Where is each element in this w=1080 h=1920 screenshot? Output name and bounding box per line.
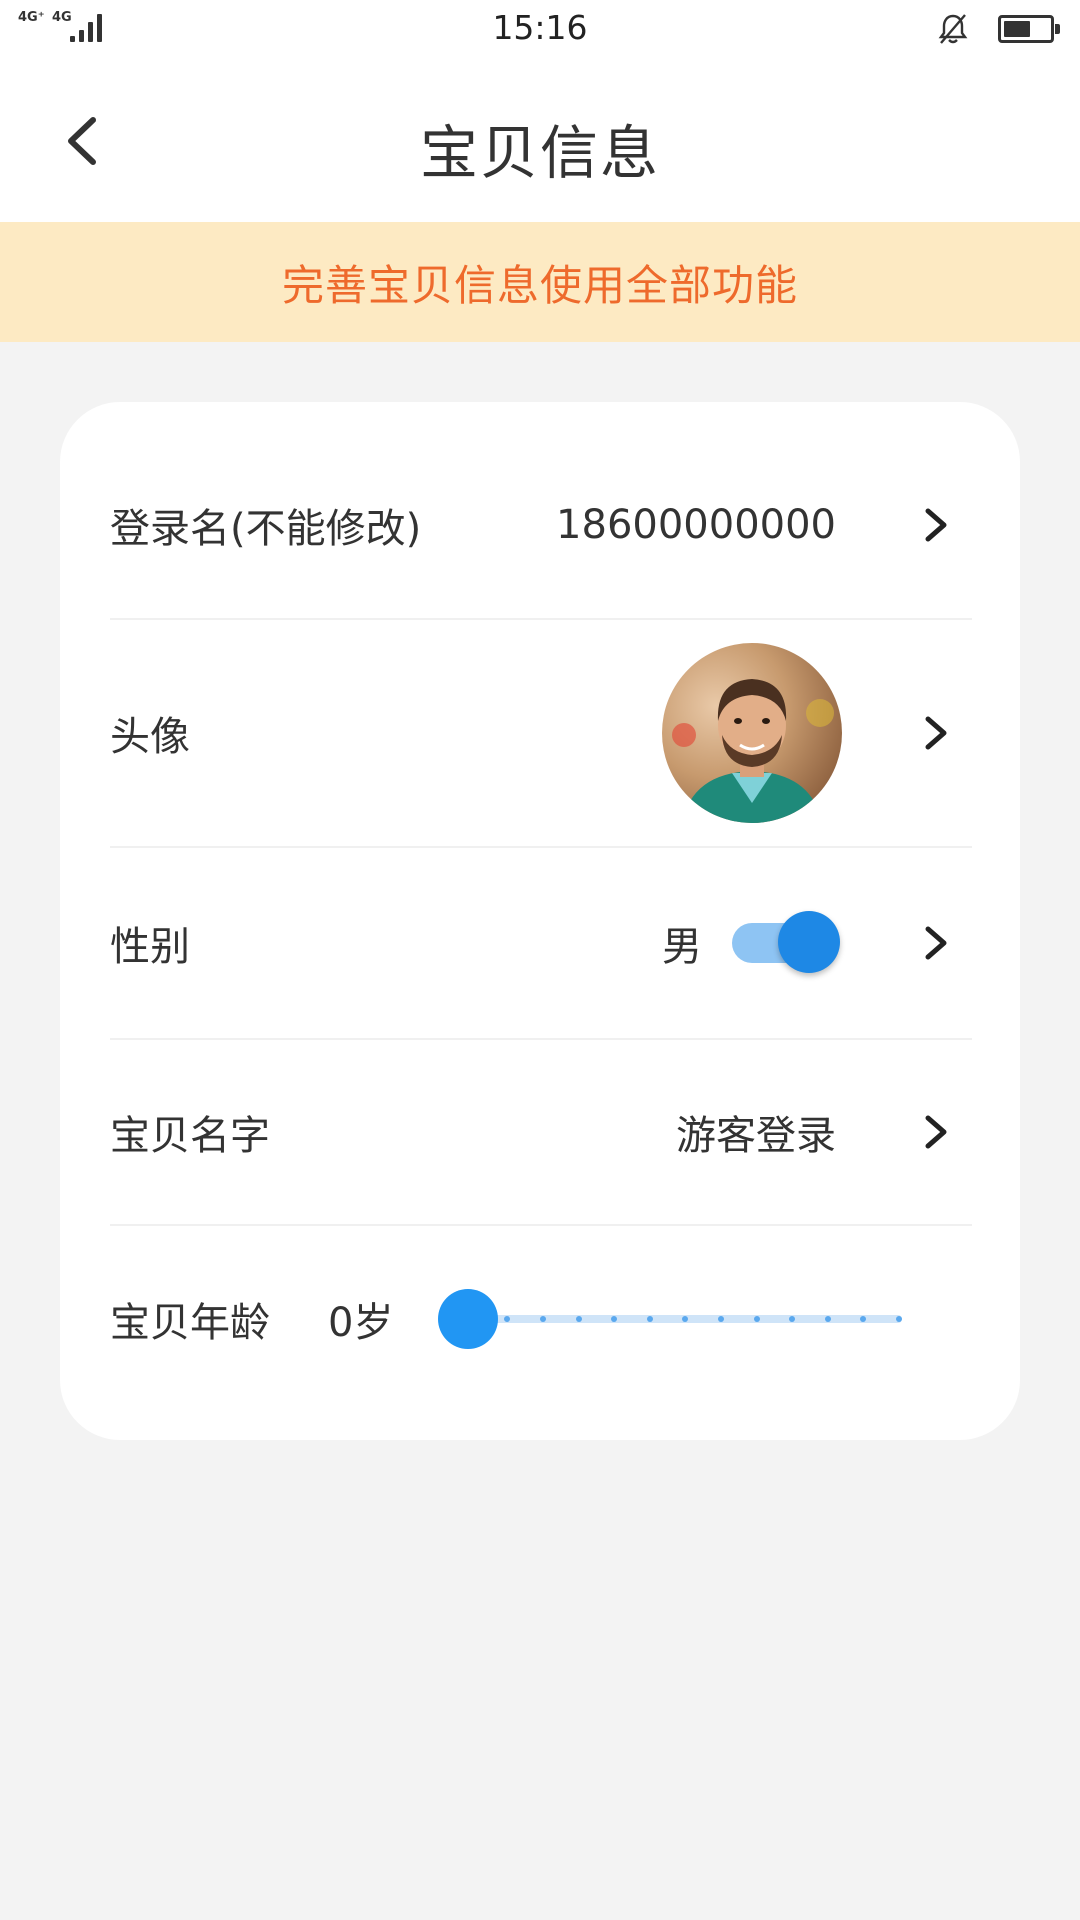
slider-tick: [718, 1316, 724, 1322]
slider-tick: [789, 1316, 795, 1322]
avatar[interactable]: [662, 643, 842, 823]
notice-banner: 完善宝贝信息使用全部功能: [0, 222, 1080, 342]
avatar-row[interactable]: 头像: [110, 620, 972, 846]
slider-tick: [825, 1316, 831, 1322]
battery-tip: [1055, 24, 1060, 34]
chevron-right-icon: [925, 926, 947, 960]
gender-toggle[interactable]: [730, 911, 840, 975]
battery-icon: [998, 15, 1054, 43]
baby-age-value: 0岁: [328, 1300, 394, 1346]
profile-card: 登录名(不能修改) 18600000000 头像 性别 男 宝贝名字 游客登录 …: [60, 402, 1020, 1440]
chevron-right-icon: [925, 508, 947, 542]
bell-muted-icon: [938, 14, 968, 44]
baby-name-row[interactable]: 宝贝名字 游客登录: [110, 1040, 972, 1224]
slider-tick: [611, 1316, 617, 1322]
baby-name-value: 游客登录: [676, 1113, 836, 1159]
avatar-label: 头像: [110, 714, 190, 760]
chevron-right-icon: [925, 1115, 947, 1149]
login-value: 18600000000: [556, 502, 836, 548]
avatar-image: [662, 643, 842, 823]
nav-bar: 宝贝信息: [0, 60, 1080, 222]
slider-thumb[interactable]: [438, 1289, 498, 1349]
toggle-thumb: [778, 911, 840, 973]
chevron-right-icon: [925, 716, 947, 750]
age-slider[interactable]: [438, 1287, 902, 1351]
login-row[interactable]: 登录名(不能修改) 18600000000: [110, 432, 972, 618]
baby-age-row: 宝贝年龄 0岁: [110, 1226, 972, 1412]
slider-tick: [896, 1316, 902, 1322]
notice-text: 完善宝贝信息使用全部功能: [281, 260, 798, 310]
slider-tick: [504, 1316, 510, 1322]
gender-value: 男: [662, 924, 702, 970]
slider-tick: [754, 1316, 760, 1322]
status-bar: 4G⁺ 4G 15:16: [0, 0, 1080, 60]
slider-tick: [576, 1316, 582, 1322]
gender-row[interactable]: 性别 男: [110, 848, 972, 1038]
slider-tick: [540, 1316, 546, 1322]
status-time: 15:16: [492, 8, 588, 47]
login-label: 登录名(不能修改): [110, 506, 422, 552]
page-title: 宝贝信息: [419, 119, 660, 187]
slider-tick: [860, 1316, 866, 1322]
gender-label: 性别: [110, 924, 190, 970]
baby-name-label: 宝贝名字: [110, 1113, 270, 1159]
slider-track: [458, 1315, 902, 1323]
baby-age-label: 宝贝年龄: [110, 1300, 270, 1346]
slider-tick: [647, 1316, 653, 1322]
slider-tick: [682, 1316, 688, 1322]
